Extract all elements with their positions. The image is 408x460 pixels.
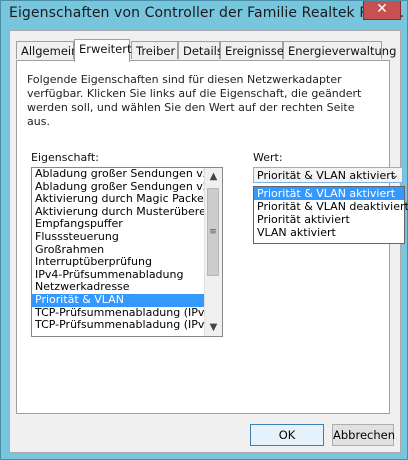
property-listbox[interactable]: Abladung großer Sendungen v2 (IPvAbladun…	[31, 167, 223, 337]
cancel-button[interactable]: Abbrechen	[332, 424, 395, 446]
advanced-panel: Folgende Eigenschaften sind für diesen N…	[16, 60, 408, 414]
properties-dialog: Eigenschaften von Controller der Familie…	[0, 0, 408, 460]
value-combobox[interactable]: Priorität & VLAN aktiviert ⌄	[253, 167, 403, 183]
tab-erweitert[interactable]: Erweitert	[74, 39, 132, 62]
tab-allgemein[interactable]: Allgemein	[16, 41, 78, 59]
chevron-down-icon[interactable]: ⌄	[391, 168, 399, 184]
value-label: Wert:	[253, 151, 283, 164]
value-option[interactable]: Priorität & VLAN deaktiviert	[254, 200, 408, 213]
property-item[interactable]: TCP-Prüfsummenabladung (IPv6)	[32, 319, 204, 332]
tab-details[interactable]: Details	[178, 41, 223, 59]
value-option[interactable]: Priorität aktiviert	[254, 213, 404, 226]
scroll-up-button[interactable]: ▲	[205, 168, 222, 185]
tab-treiber[interactable]: Treiber	[131, 41, 178, 59]
ok-button[interactable]: OK	[250, 424, 324, 446]
value-option[interactable]: Priorität & VLAN aktiviert	[254, 187, 404, 200]
property-item[interactable]: Abladung großer Sendungen v2 (IPv	[32, 168, 204, 181]
property-item[interactable]: IPv4-Prüfsummenabladung	[32, 269, 204, 282]
property-item[interactable]: Empfangspuffer	[32, 218, 204, 231]
tab-energieverwaltung[interactable]: Energieverwaltung	[283, 41, 396, 59]
property-item[interactable]: Flusssteuerung	[32, 231, 204, 244]
scroll-thumb[interactable]: ≡	[207, 188, 219, 276]
property-item[interactable]: Aktivierung durch Magic Packet	[32, 193, 204, 206]
property-item[interactable]: Interruptüberprüfung	[32, 256, 204, 269]
dialog-client: Allgemein Erweitert Treiber Details Erei…	[9, 30, 408, 453]
property-scrollbar[interactable]: ▲ ≡ ▼	[204, 168, 222, 336]
description-text: Folgende Eigenschaften sind für diesen N…	[27, 73, 362, 128]
value-selected-text: Priorität & VLAN aktiviert	[257, 169, 396, 182]
property-item[interactable]: TCP-Prüfsummenabladung (IPv4)	[32, 307, 204, 320]
property-item[interactable]: Netzwerkadresse	[32, 281, 204, 294]
value-dropdown-list: Priorität & VLAN aktiviert Priorität & VL…	[253, 186, 408, 244]
property-item[interactable]: Priorität & VLAN	[32, 293, 204, 307]
window-title: Eigenschaften von Controller der Familie…	[9, 5, 405, 21]
property-list: Abladung großer Sendungen v2 (IPvAbladun…	[32, 168, 204, 332]
property-label: Eigenschaft:	[31, 151, 99, 164]
property-item[interactable]: Abladung großer Sendungen v2 (IPv	[32, 181, 204, 194]
scroll-down-button[interactable]: ▼	[205, 319, 222, 336]
property-item[interactable]: Aktivierung durch Musterübereinstim	[32, 206, 204, 219]
tab-ereignisse[interactable]: Ereignisse	[220, 41, 284, 59]
property-item[interactable]: Großrahmen	[32, 244, 204, 257]
value-option[interactable]: VLAN aktiviert	[254, 226, 404, 239]
close-button[interactable]: ✕	[363, 1, 401, 20]
